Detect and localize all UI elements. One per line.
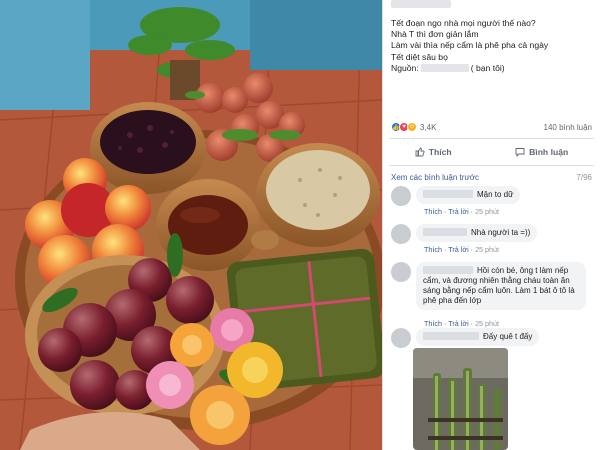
avatar[interactable] [391,262,411,282]
post-caption: Tết đoạn ngo nhà mọi người thế nào? Nhà … [391,18,596,74]
comment-text: Đấy quê t đấy [483,332,533,341]
source-suffix: ( bạn tôi) [470,62,505,73]
post-line: Làm vài thìa nếp cẩm là phê pha cả ngày [391,40,549,51]
comment-icon [515,148,525,157]
comment-bubble: Đấy quê t đấy [416,328,540,346]
post-line: Nhà T thì đơn giản lắm [391,29,479,40]
comment-time[interactable]: 25 phút [475,207,499,216]
comment-like-link[interactable]: Thích [424,319,442,328]
comment-reply-link[interactable]: Trả lời [448,245,468,254]
comment-bubble: Hồi còn bé, ông t làm nếp cẩm, và đương … [416,262,586,310]
comment-meta: Thích · Trả lời · 25 phút [424,319,500,328]
post-line: Tết đoạn ngo nhà mọi người thế nào? [391,18,536,28]
avatar[interactable] [391,224,411,244]
bamboo-rice-photo [413,348,508,450]
comment-text: Nhà người ta =)) [471,228,531,237]
comment-bubble: Nhà người ta =)) [416,224,538,242]
comment-text: Mận to dữ [477,190,514,199]
comment-time[interactable]: 25 phút [475,245,499,254]
commenter-name-redacted[interactable] [423,228,467,236]
avatar[interactable] [391,328,411,348]
comment-attached-photo[interactable] [413,348,508,450]
like-label: Thích [428,147,452,157]
see-previous-comments-link[interactable]: Xem các bình luận trước [391,173,479,182]
comment-label: Bình luận [529,147,569,157]
comment-time[interactable]: 25 phút [475,319,499,328]
comment-reply-link[interactable]: Trả lời [448,319,468,328]
comment-bubble: Mận to dữ [416,186,521,204]
comment-meta: Thích · Trả lời · 25 phút [424,245,500,254]
reaction-count: 3,4K [420,122,437,132]
comment-index: 7/96 [576,173,592,182]
commenter-name-redacted[interactable] [423,190,473,198]
like-button[interactable]: Thích [415,147,452,157]
source-name-redacted [420,63,469,72]
comment-like-link[interactable]: Thích [424,245,442,254]
comment-reply-link[interactable]: Trả lời [448,207,468,216]
divider [389,165,594,166]
thumbs-up-icon [415,147,425,157]
comment-button[interactable]: Bình luận [515,147,568,157]
comment-meta: Thích · Trả lời · 25 phút [424,207,500,216]
divider [389,138,594,139]
commenter-name-redacted[interactable] [423,266,473,274]
comment-like-link[interactable]: Thích [424,207,442,216]
post-source: Nguồn: ( bạn tôi) [391,63,596,74]
haha-icon: ☺ [407,122,417,132]
commenter-name-redacted[interactable] [423,332,479,340]
post-photo[interactable] [0,0,382,450]
food-tray-illustration [0,0,382,450]
author-name-redacted [391,0,451,8]
post-detail-panel: Tết đoạn ngo nhà mọi người thế nào? Nhà … [382,0,600,450]
post-line: Tết diệt sâu bọ [391,51,448,62]
action-bar: Thích Bình luận [383,141,600,163]
reactions-summary[interactable]: 👍 ♥ ☺ 3,4K [391,122,436,132]
comment-count-link[interactable]: 140 bình luận [544,123,593,132]
source-label: Nguồn: [391,62,419,73]
avatar[interactable] [391,186,411,206]
